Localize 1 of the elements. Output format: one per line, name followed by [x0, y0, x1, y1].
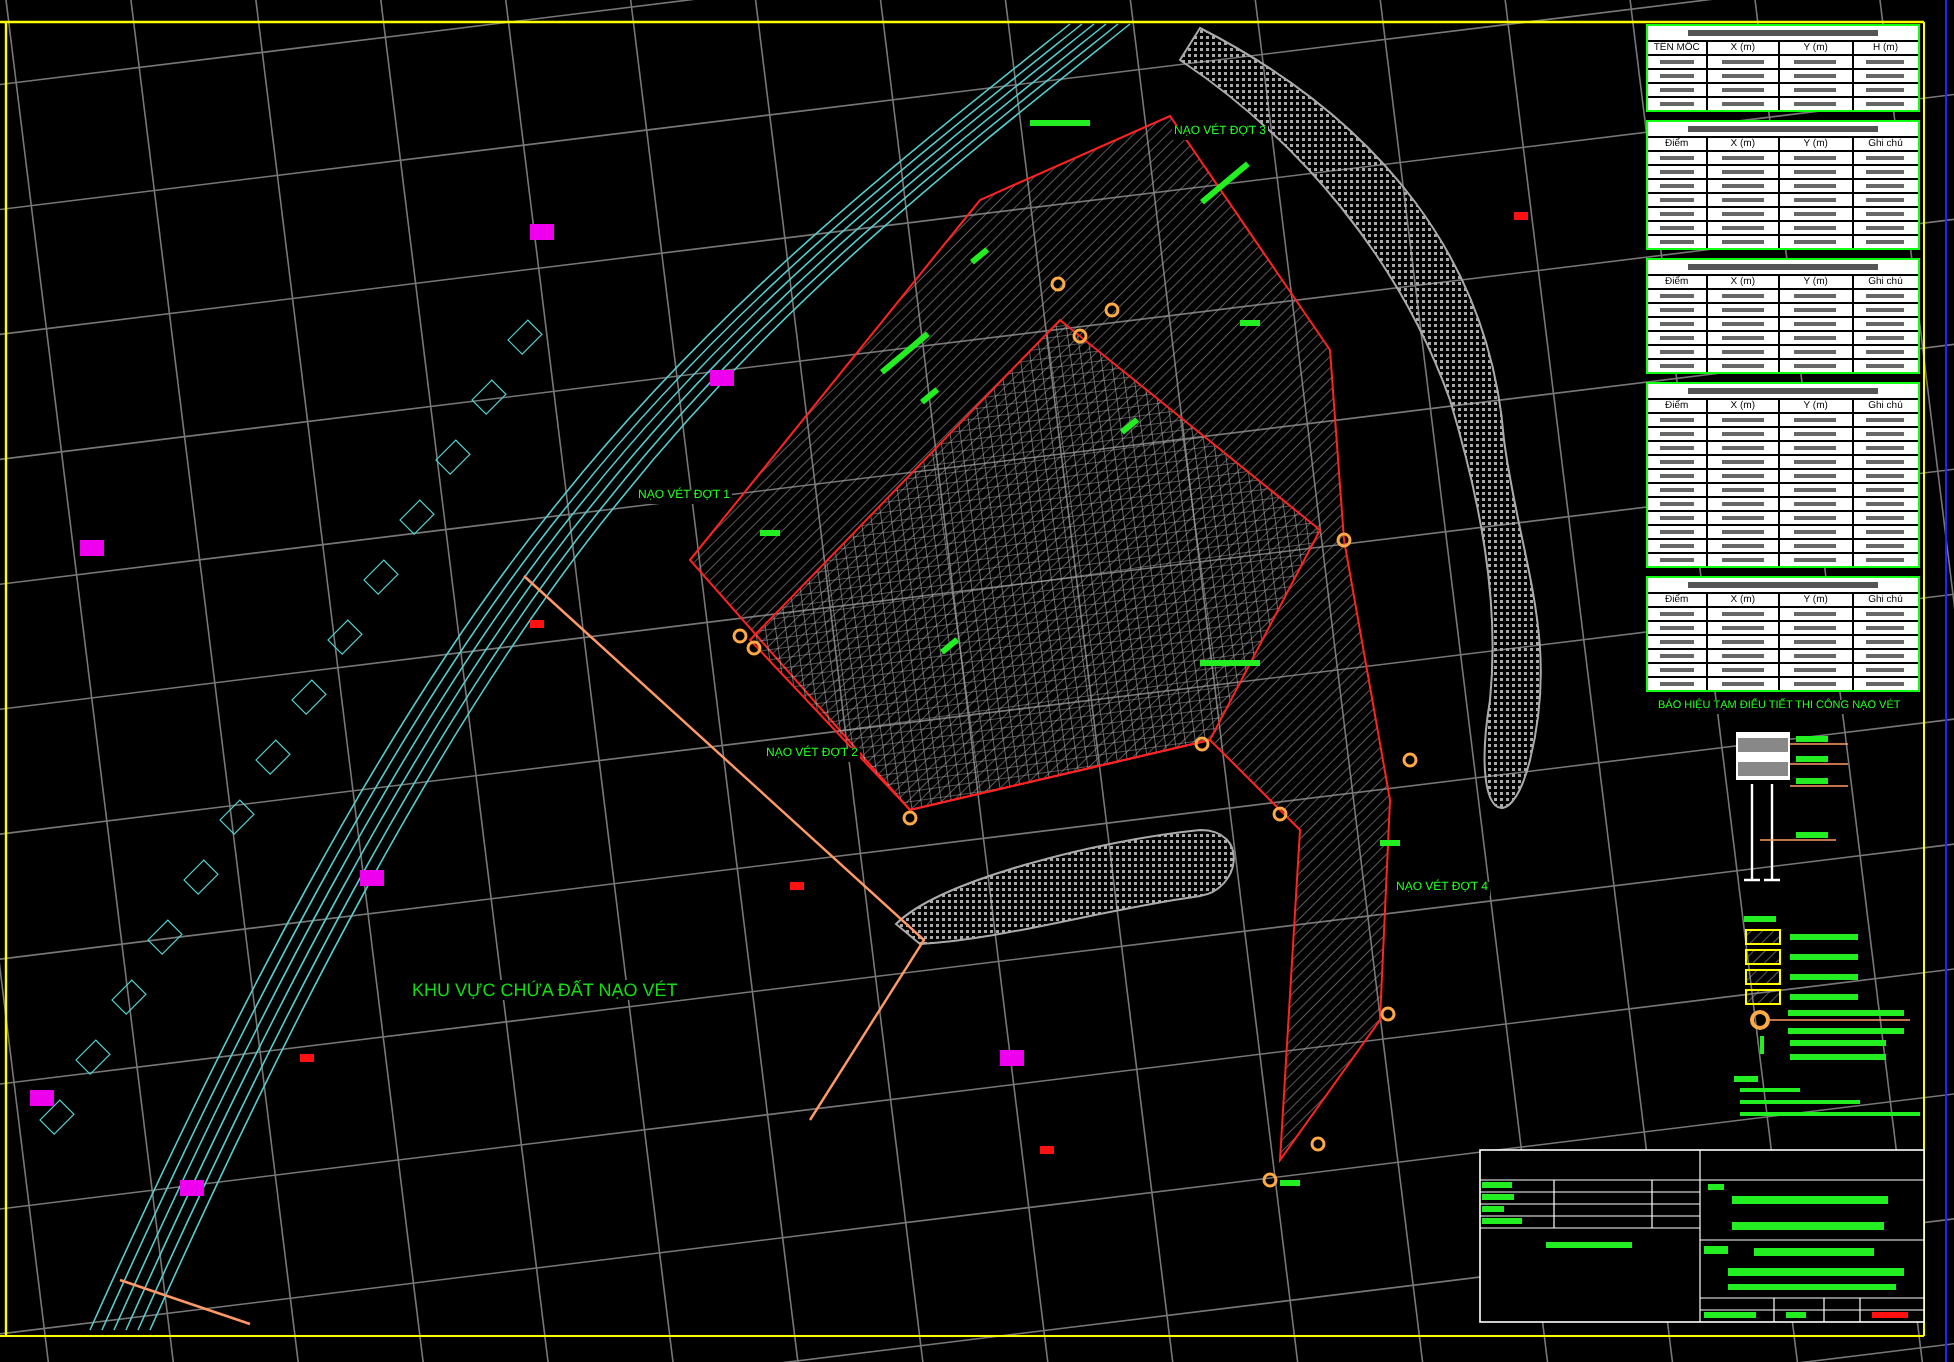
area-label: KHU VỰC CHỨA ĐẤT NẠO VÉT [410, 980, 680, 1000]
